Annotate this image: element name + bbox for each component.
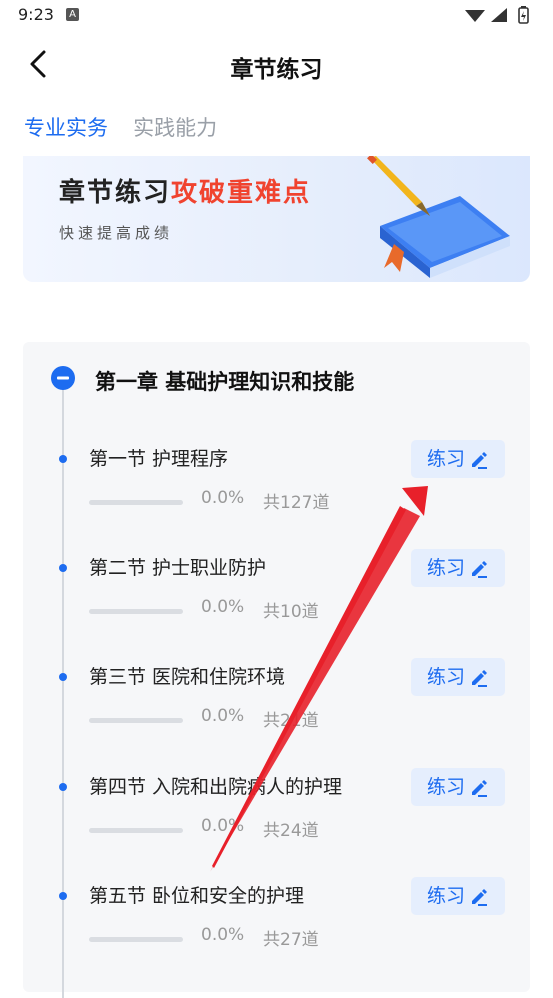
notification-icon: A: [66, 8, 79, 21]
book-pen-illustration-icon: [360, 156, 520, 282]
status-time: 9:23: [18, 5, 54, 24]
banner-subtitle: 快速提高成绩: [59, 224, 174, 242]
chapter-title: 第一章 基础护理知识和技能: [95, 370, 355, 394]
progress-percent: 0.0%: [201, 597, 245, 617]
progress-bar: [89, 500, 183, 505]
practice-button[interactable]: 练习: [411, 877, 505, 915]
progress-percent: 0.0%: [201, 925, 245, 945]
progress-bar: [89, 828, 183, 833]
section-dot: [59, 673, 67, 681]
progress-bar: [89, 718, 183, 723]
pencil-icon: [472, 452, 487, 469]
question-count: 共21道: [263, 711, 319, 731]
chapter-card: 第一章 基础护理知识和技能 第一节 护理程序 0.0% 共127道 练习 第二节…: [23, 342, 530, 998]
section-item: 第二节 护士职业防护 0.0% 共10道 练习: [23, 549, 530, 651]
subject-tabs: 专业实务 实践能力: [24, 112, 237, 146]
pencil-icon: [472, 561, 487, 578]
banner-title-highlight: 攻破重难点: [171, 178, 312, 208]
section-dot: [59, 892, 67, 900]
page-title: 章节练习: [230, 57, 323, 83]
section-title: 第二节 护士职业防护: [89, 557, 267, 579]
practice-button-label: 练习: [427, 776, 466, 798]
pencil-icon: [472, 780, 487, 797]
banner-title: 章节练习攻破重难点: [59, 172, 311, 209]
section-dot: [59, 455, 67, 463]
status-icons: [463, 6, 535, 30]
pencil-icon: [472, 889, 487, 906]
section-title: 第四节 入院和出院病人的护理: [89, 776, 343, 798]
question-count: 共127道: [263, 493, 330, 513]
progress-percent: 0.0%: [201, 488, 245, 508]
section-item: 第一节 护理程序 0.0% 共127道 练习: [23, 440, 530, 542]
section-item: 第三节 医院和住院环境 0.0% 共21道 练习: [23, 658, 530, 760]
section-title: 第一节 护理程序: [89, 448, 229, 470]
practice-button-label: 练习: [427, 448, 466, 470]
section-dot: [59, 564, 67, 572]
pencil-icon: [472, 670, 487, 687]
question-count: 共10道: [263, 602, 319, 622]
section-title: 第三节 医院和住院环境: [89, 666, 286, 688]
section-dot: [59, 783, 67, 791]
practice-button[interactable]: 练习: [411, 658, 505, 696]
practice-button[interactable]: 练习: [411, 440, 505, 478]
collapse-icon[interactable]: [51, 366, 75, 390]
tab-professional-practice[interactable]: 专业实务: [24, 112, 108, 142]
promo-banner[interactable]: 章节练习攻破重难点 快速提高成绩: [23, 156, 530, 282]
practice-button[interactable]: 练习: [411, 768, 505, 806]
progress-percent: 0.0%: [201, 706, 245, 726]
progress-percent: 0.0%: [201, 816, 245, 836]
progress-bar: [89, 937, 183, 942]
section-item: 第四节 入院和出院病人的护理 0.0% 共24道 练习: [23, 768, 530, 870]
question-count: 共27道: [263, 930, 319, 950]
progress-bar: [89, 609, 183, 614]
tab-practical-ability[interactable]: 实践能力: [133, 112, 217, 142]
practice-button-label: 练习: [427, 885, 466, 907]
section-item: 第五节 卧位和安全的护理 0.0% 共27道 练习: [23, 877, 530, 979]
header: 章节练习: [0, 32, 553, 100]
question-count: 共24道: [263, 821, 319, 841]
banner-title-main: 章节练习: [59, 178, 172, 208]
section-title: 第五节 卧位和安全的护理: [89, 885, 305, 907]
status-bar: 9:23 A: [0, 0, 553, 32]
signal-wifi-battery-icon: [465, 6, 529, 24]
practice-button-label: 练习: [427, 666, 466, 688]
practice-button[interactable]: 练习: [411, 549, 505, 587]
practice-button-label: 练习: [427, 557, 466, 579]
